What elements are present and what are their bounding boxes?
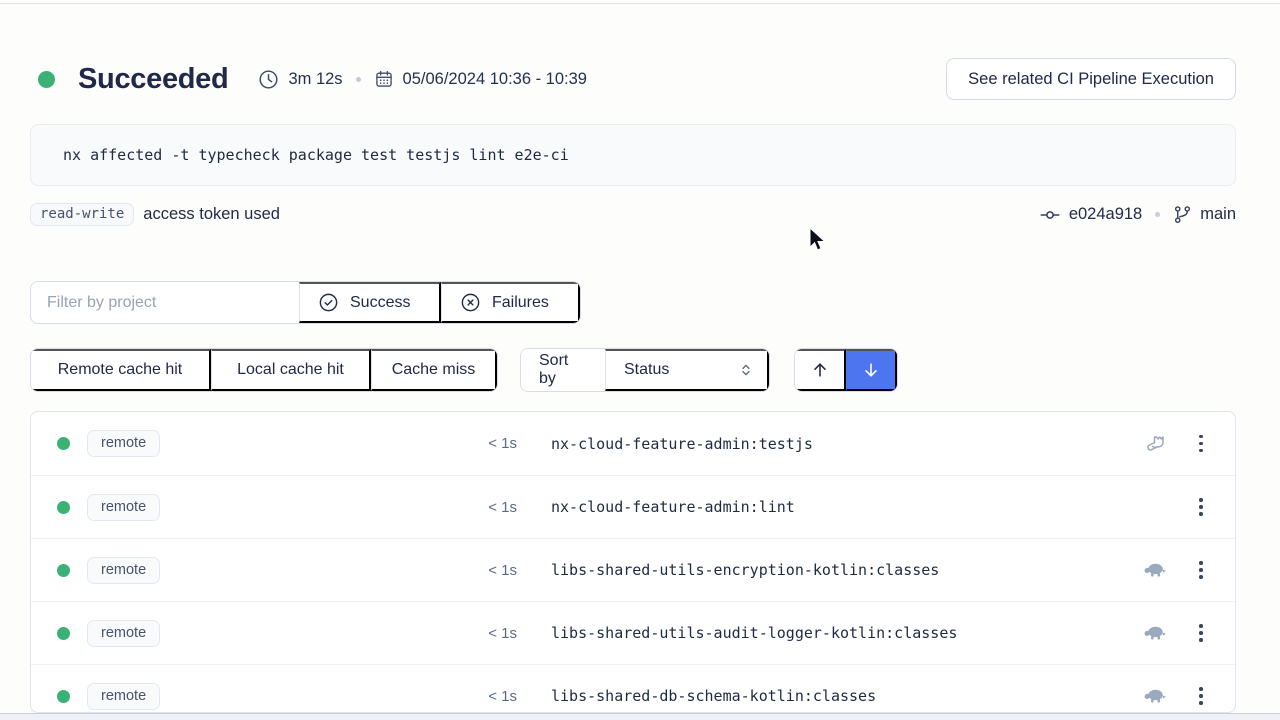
branch-icon [1173, 205, 1192, 224]
separator-dot [356, 77, 361, 82]
kebab-menu-button[interactable] [1191, 618, 1211, 648]
task-name[interactable]: libs-shared-utils-encryption-kotlin:clas… [551, 561, 1127, 579]
check-circle-icon [318, 292, 339, 313]
task-row[interactable]: remote < 1s libs-shared-db-schema-kotlin… [31, 664, 1235, 713]
arrow-up-icon [810, 360, 830, 380]
filter-success-button[interactable]: Success [299, 282, 441, 323]
sort-direction-group [794, 348, 898, 392]
success-status-dot [57, 690, 70, 703]
kebab-menu-button[interactable] [1191, 681, 1211, 711]
run-duration-value: 3m 12s [288, 70, 342, 89]
sort-by-label: Sort by [521, 349, 605, 391]
task-row[interactable]: remote < 1s libs-shared-utils-audit-logg… [31, 601, 1235, 664]
x-circle-icon [460, 292, 481, 313]
local-cache-hit-button[interactable]: Local cache hit [211, 349, 371, 391]
toolbar-row: Remote cache hit Local cache hit Cache m… [30, 348, 1236, 392]
branch-name[interactable]: main [1200, 205, 1236, 224]
filter-success-label: Success [350, 294, 410, 312]
flaky-task-icon [1127, 432, 1183, 456]
slow-task-turtle-icon [1127, 687, 1183, 705]
task-row[interactable]: remote < 1s libs-shared-utils-encryption… [31, 538, 1235, 601]
kebab-menu-button[interactable] [1191, 555, 1211, 585]
kebab-menu-button[interactable] [1191, 429, 1211, 459]
sort-field-value: Status [624, 361, 669, 379]
cache-filter-group: Remote cache hit Local cache hit Cache m… [30, 348, 498, 392]
task-duration: < 1s [457, 435, 517, 452]
sort-field-select[interactable]: Status [605, 349, 769, 391]
token-row: read-write access token used e024a918 ma… [30, 201, 1236, 228]
sort-ascending-button[interactable] [795, 349, 846, 391]
remote-cache-hit-button[interactable]: Remote cache hit [31, 349, 211, 391]
success-status-dot [57, 501, 70, 514]
cache-source-badge: remote [87, 683, 160, 710]
run-header: Succeeded 3m 12s 05/06/2024 10:36 - 10:3… [30, 57, 1236, 101]
success-status-dot [57, 564, 70, 577]
see-related-pipeline-button[interactable]: See related CI Pipeline Execution [946, 58, 1236, 100]
task-name[interactable]: libs-shared-utils-audit-logger-kotlin:cl… [551, 624, 1127, 642]
clock-icon [258, 69, 279, 90]
run-date-range: 05/06/2024 10:36 - 10:39 [374, 69, 587, 89]
task-name[interactable]: nx-cloud-feature-admin:testjs [551, 435, 1127, 453]
calendar-icon [374, 69, 394, 89]
run-command-block: nx affected -t typecheck package test te… [30, 124, 1236, 186]
page-top-divider [0, 3, 1280, 4]
slow-task-turtle-icon [1127, 624, 1183, 642]
success-status-dot [57, 437, 70, 450]
task-row[interactable]: remote < 1s nx-cloud-feature-admin:lint [31, 475, 1235, 538]
success-status-dot [57, 627, 70, 640]
sort-group: Sort by Status [520, 348, 770, 392]
success-status-dot [38, 71, 55, 88]
task-name[interactable]: nx-cloud-feature-admin:lint [551, 498, 1127, 516]
task-list: remote < 1s nx-cloud-feature-admin:testj… [30, 411, 1236, 713]
kebab-menu-button[interactable] [1191, 492, 1211, 522]
task-duration: < 1s [457, 688, 517, 705]
cache-source-badge: remote [87, 430, 160, 457]
viewport-bottom-strip [0, 713, 1280, 720]
cache-source-badge: remote [87, 620, 160, 647]
sort-descending-button[interactable] [846, 349, 897, 391]
filter-row: Success Failures [30, 281, 1236, 324]
cache-source-badge: remote [87, 494, 160, 521]
run-status-title: Succeeded [78, 63, 228, 96]
task-duration: < 1s [457, 625, 517, 642]
run-date-range-value: 05/06/2024 10:36 - 10:39 [403, 70, 587, 89]
filter-failures-button[interactable]: Failures [441, 282, 580, 323]
commit-sha[interactable]: e024a918 [1069, 205, 1142, 224]
run-detail-page: Succeeded 3m 12s 05/06/2024 10:36 - 10:3… [0, 57, 1280, 713]
access-token-badge: read-write [30, 203, 134, 226]
separator-dot [1155, 212, 1160, 217]
commit-icon [1039, 204, 1061, 226]
cache-source-badge: remote [87, 557, 160, 584]
slow-task-turtle-icon [1127, 561, 1183, 579]
run-command-text: nx affected -t typecheck package test te… [63, 146, 569, 164]
arrow-down-icon [861, 360, 881, 380]
filter-failures-label: Failures [492, 294, 549, 312]
task-duration: < 1s [457, 499, 517, 516]
run-duration: 3m 12s [258, 69, 342, 90]
project-filter-group: Success Failures [30, 281, 581, 324]
task-name[interactable]: libs-shared-db-schema-kotlin:classes [551, 687, 1127, 705]
access-token-text: access token used [143, 205, 280, 224]
cache-miss-button[interactable]: Cache miss [371, 349, 497, 391]
task-duration: < 1s [457, 562, 517, 579]
vcs-info: e024a918 main [1039, 204, 1236, 226]
chevron-up-down-icon [738, 362, 754, 378]
task-row[interactable]: remote < 1s nx-cloud-feature-admin:testj… [31, 412, 1235, 475]
project-filter-input[interactable] [31, 282, 299, 323]
